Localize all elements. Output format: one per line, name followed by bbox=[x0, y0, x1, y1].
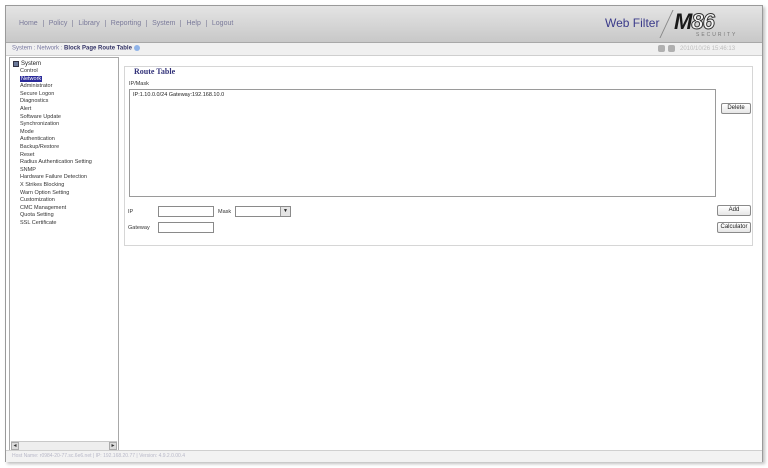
mask-select[interactable]: ▼ bbox=[235, 206, 291, 217]
sidebar-item-alert[interactable]: Alert bbox=[13, 106, 92, 114]
sidebar-item-x-strikes-blocking[interactable]: X Strikes Blocking bbox=[13, 182, 92, 190]
breadcrumb-path: System : Network : bbox=[12, 45, 65, 52]
status-text: Host Name: r0984-20-77.sc.6e6.net | IP: … bbox=[12, 453, 185, 459]
calculator-button[interactable]: Calculator bbox=[717, 222, 751, 233]
sidebar-item-customization[interactable]: Customization bbox=[13, 197, 92, 205]
menu-reporting[interactable]: Reporting bbox=[106, 20, 148, 27]
top-navigation-bar: Home Policy Library Reporting System Hel… bbox=[6, 6, 762, 43]
ip-label: IP bbox=[128, 209, 134, 215]
route-list[interactable]: IP:1.10.0.0/24 Gateway:192.168.10.0 bbox=[129, 89, 716, 197]
main-menu: Home Policy Library Reporting System Hel… bbox=[14, 20, 238, 27]
sidebar-item-administrator[interactable]: Administrator bbox=[13, 83, 92, 91]
sidebar-item-control[interactable]: Control bbox=[13, 68, 92, 76]
sidebar-item-secure-logon[interactable]: Secure Logon bbox=[13, 91, 92, 99]
route-table-panel: Route Table IP/Mask IP:1.10.0.0/24 Gatew… bbox=[124, 66, 753, 246]
menu-logout[interactable]: Logout bbox=[207, 20, 238, 27]
toolbar: 2010/10/26 15:46:13 bbox=[658, 45, 735, 52]
sidebar-item-warn-option-setting[interactable]: Warn Option Setting bbox=[13, 190, 92, 198]
nav-tree: System Control Network Administrator Sec… bbox=[13, 60, 92, 227]
sidebar-item-software-update[interactable]: Software Update bbox=[13, 114, 92, 122]
logo-divider bbox=[659, 10, 674, 38]
sidebar-item-cmc-management[interactable]: CMC Management bbox=[13, 205, 92, 213]
sidebar-item-hardware-failure-detection[interactable]: Hardware Failure Detection bbox=[13, 174, 92, 182]
status-bar: Host Name: r0984-20-77.sc.6e6.net | IP: … bbox=[6, 450, 762, 462]
sidebar-item-radius-authentication-setting[interactable]: Radius Authentication Setting bbox=[13, 159, 92, 167]
sidebar-item-ssl-certificate[interactable]: SSL Certificate bbox=[13, 220, 92, 228]
sidebar-item-reset[interactable]: Reset bbox=[13, 152, 92, 160]
breadcrumb-current: Block Page Route Table bbox=[64, 45, 132, 52]
sidebar-item-backup-restore[interactable]: Backup/Restore bbox=[13, 144, 92, 152]
m86-logo: M86 SECURITY bbox=[674, 9, 738, 39]
scroll-left-icon[interactable]: ◂ bbox=[11, 442, 19, 450]
menu-policy[interactable]: Policy bbox=[44, 20, 74, 27]
gateway-label: Gateway bbox=[128, 225, 150, 231]
help-icon[interactable] bbox=[133, 45, 140, 51]
tree-root-system[interactable]: System bbox=[13, 60, 92, 68]
sidebar-item-synchronization[interactable]: Synchronization bbox=[13, 121, 92, 129]
delete-button[interactable]: Delete bbox=[721, 103, 751, 114]
sidebar-item-authentication[interactable]: Authentication bbox=[13, 136, 92, 144]
refresh-icon[interactable] bbox=[668, 45, 675, 52]
chevron-down-icon[interactable]: ▼ bbox=[280, 207, 290, 216]
menu-home[interactable]: Home bbox=[14, 20, 44, 27]
tree-root-label: System bbox=[21, 61, 42, 67]
product-name: Web Filter bbox=[605, 16, 660, 30]
add-button[interactable]: Add bbox=[717, 205, 751, 216]
gateway-input[interactable] bbox=[158, 222, 214, 233]
main-content: Route Table IP/Mask IP:1.10.0.0/24 Gatew… bbox=[124, 59, 760, 451]
route-list-item[interactable]: IP:1.10.0.0/24 Gateway:192.168.10.0 bbox=[133, 92, 224, 98]
ip-mask-label: IP/Mask bbox=[129, 81, 149, 87]
print-icon[interactable] bbox=[658, 45, 665, 52]
menu-library[interactable]: Library bbox=[73, 20, 106, 27]
scroll-right-icon[interactable]: ▸ bbox=[109, 442, 117, 450]
sidebar-item-mode[interactable]: Mode bbox=[13, 129, 92, 137]
sidebar-item-quota-setting[interactable]: Quota Setting bbox=[13, 212, 92, 220]
mask-label: Mask bbox=[218, 209, 232, 215]
sidebar-item-snmp[interactable]: SNMP bbox=[13, 167, 92, 175]
route-table-title: Route Table bbox=[131, 67, 179, 76]
app-window: Home Policy Library Reporting System Hel… bbox=[5, 5, 763, 462]
sidebar-item-diagnostics[interactable]: Diagnostics bbox=[13, 98, 92, 106]
ip-input[interactable] bbox=[158, 206, 214, 217]
clock: 2010/10/26 15:46:13 bbox=[680, 45, 736, 52]
menu-help[interactable]: Help bbox=[181, 20, 207, 27]
breadcrumb: System : Network : Block Page Route Tabl… bbox=[12, 45, 140, 52]
sidebar-item-network[interactable]: Network bbox=[13, 75, 92, 84]
menu-system[interactable]: System bbox=[147, 20, 182, 27]
folder-icon bbox=[13, 61, 19, 67]
sidebar: System Control Network Administrator Sec… bbox=[9, 57, 119, 452]
breadcrumb-bar: System : Network : Block Page Route Tabl… bbox=[6, 43, 762, 56]
sidebar-horizontal-scrollbar[interactable]: ◂ ▸ bbox=[11, 441, 117, 450]
logo-tagline: SECURITY bbox=[696, 32, 738, 38]
